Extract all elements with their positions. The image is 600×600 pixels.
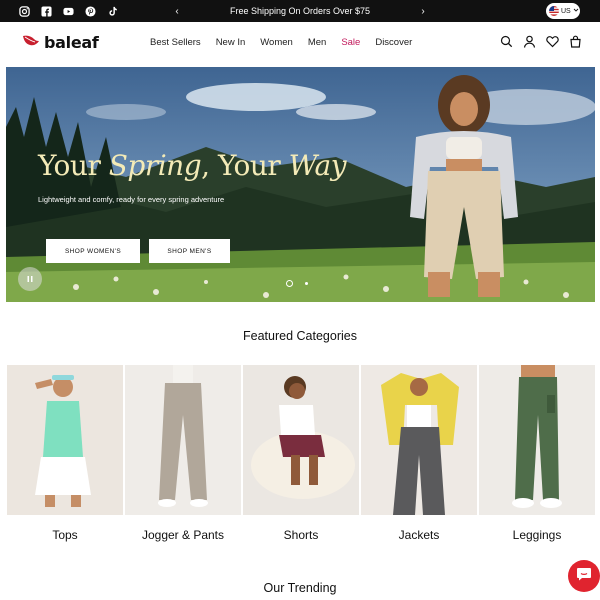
nav-new-in[interactable]: New In	[216, 37, 246, 48]
tiktok-icon[interactable]	[106, 5, 118, 17]
hero-title: Your Spring, Your Way	[38, 149, 347, 182]
announcement-bar: ‹ Free Shipping On Orders Over $75 › US	[0, 0, 600, 22]
nav-men[interactable]: Men	[308, 37, 326, 48]
account-icon[interactable]	[523, 35, 536, 48]
slide-dot[interactable]	[305, 282, 308, 285]
category-card-leggings[interactable]: Leggings	[479, 365, 595, 542]
pinterest-icon[interactable]	[84, 5, 96, 17]
category-label: Tops	[52, 528, 78, 542]
announcement-carousel: ‹ Free Shipping On Orders Over $75 ›	[170, 0, 430, 22]
shop-mens-button[interactable]: SHOP MEN'S	[149, 239, 230, 263]
locale-label: US	[561, 7, 571, 15]
announcement-prev-button[interactable]: ‹	[170, 6, 184, 17]
cart-icon[interactable]	[569, 35, 582, 48]
facebook-icon[interactable]	[40, 5, 52, 17]
announcement-text: Free Shipping On Orders Over $75	[229, 6, 371, 16]
chevron-down-icon	[573, 7, 579, 15]
social-links	[18, 5, 118, 17]
instagram-icon[interactable]	[18, 5, 30, 17]
featured-categories-title: Featured Categories	[243, 329, 357, 343]
hero-banner: Your Spring, Your Way Lightweight and co…	[6, 67, 595, 302]
hero-title-part: , Your	[201, 149, 289, 182]
hero-title-italic: Spring	[108, 149, 202, 182]
leaf-logo-icon	[22, 33, 40, 52]
hero-title-italic: Way	[288, 149, 347, 182]
wishlist-icon[interactable]	[546, 35, 559, 48]
nav-discover[interactable]: Discover	[375, 37, 412, 48]
category-label: Shorts	[283, 528, 319, 542]
category-card-tops[interactable]: Tops	[7, 365, 123, 542]
pause-slideshow-button[interactable]	[18, 267, 42, 291]
category-image-jogger-pants	[125, 365, 241, 515]
search-icon[interactable]	[500, 35, 513, 48]
brand-logo[interactable]: baleaf	[22, 33, 99, 52]
category-grid: Tops Jogger & Pants Shorts Jackets Leggi…	[7, 365, 595, 542]
nav-women[interactable]: Women	[260, 37, 293, 48]
category-card-jogger-pants[interactable]: Jogger & Pants	[125, 365, 241, 542]
us-flag-icon	[549, 6, 559, 16]
category-image-leggings	[479, 365, 595, 515]
site-header: baleaf Best Sellers New In Women Men Sal…	[0, 22, 600, 62]
slide-indicators	[286, 280, 308, 287]
youtube-icon[interactable]	[62, 5, 74, 17]
nav-sale[interactable]: Sale	[341, 37, 360, 48]
category-image-jackets	[361, 365, 477, 515]
category-image-tops	[7, 365, 123, 515]
category-label: Jogger & Pants	[141, 528, 225, 542]
category-card-shorts[interactable]: Shorts	[243, 365, 359, 542]
main-nav: Best Sellers New In Women Men Sale Disco…	[150, 22, 412, 62]
header-utilities	[500, 35, 582, 48]
shop-womens-button[interactable]: SHOP WOMEN'S	[46, 239, 140, 263]
locale-selector[interactable]: US	[546, 3, 580, 19]
hero-subtitle: Lightweight and comfy, ready for every s…	[38, 195, 225, 204]
hero-title-part: Your	[38, 149, 109, 182]
category-image-shorts	[243, 365, 359, 515]
chat-button[interactable]	[568, 560, 600, 592]
trending-title: Our Trending	[263, 581, 337, 595]
category-card-jackets[interactable]: Jackets	[361, 365, 477, 542]
chat-icon	[576, 567, 592, 586]
pause-icon	[26, 270, 34, 288]
category-label: Jackets	[398, 528, 440, 542]
nav-best-sellers[interactable]: Best Sellers	[150, 37, 201, 48]
slide-dot-active[interactable]	[286, 280, 293, 287]
category-label: Leggings	[512, 528, 562, 542]
hero-background-image	[6, 67, 595, 302]
logo-text: baleaf	[44, 33, 99, 52]
announcement-next-button[interactable]: ›	[416, 6, 430, 17]
